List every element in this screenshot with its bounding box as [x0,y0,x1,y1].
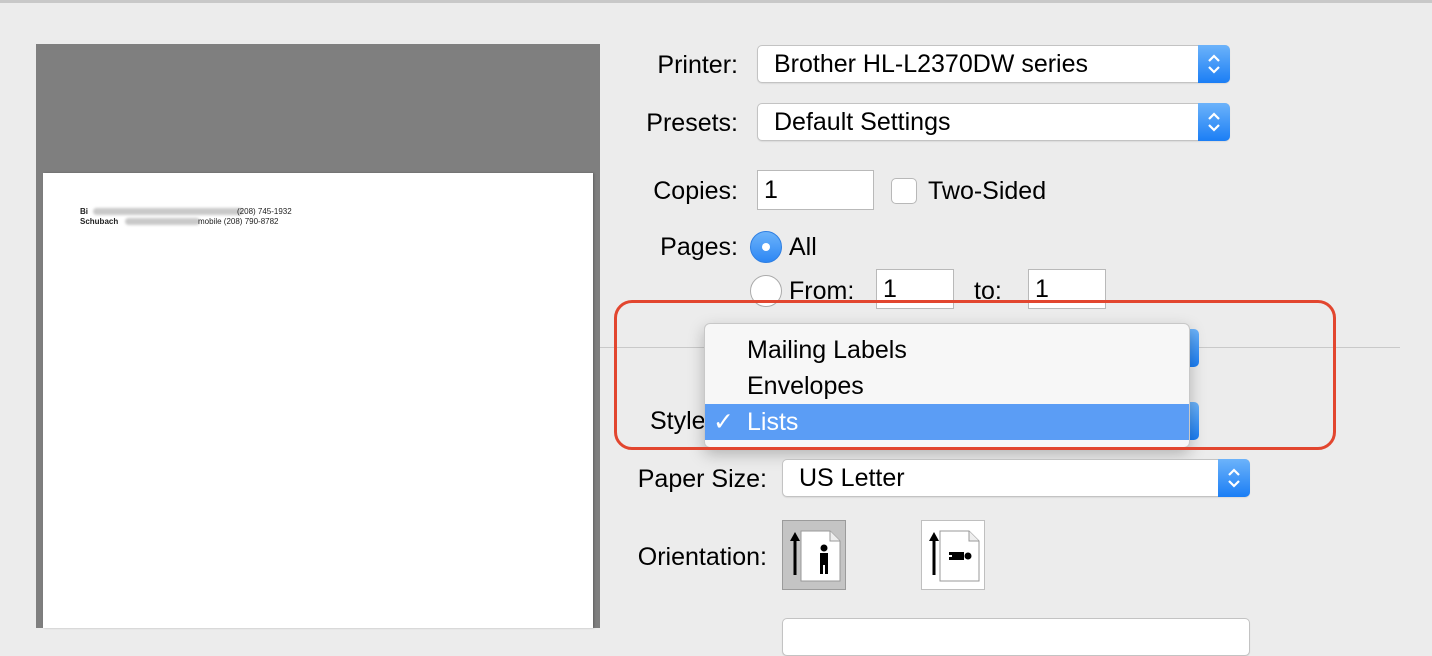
two-sided-label: Two-Sided [928,177,1047,205]
pages-all-label: All [789,233,817,261]
preview-phone-line1: (208) 745-1932 [237,207,292,216]
copies-label: Copies: [653,177,738,205]
orientation-label: Orientation: [637,543,767,571]
up-down-arrows-icon [1198,103,1230,141]
presets-value: Default Settings [774,108,951,136]
two-sided-checkbox[interactable] [891,178,917,204]
printer-label: Printer: [657,51,738,79]
portrait-icon [790,530,841,582]
next-row-popup[interactable] [782,618,1250,656]
copies-field[interactable]: 1 [757,170,874,210]
pages-all-radio[interactable] [750,231,782,263]
paper-size-popup[interactable]: US Letter [782,459,1250,497]
preview-name-line1: Bi [80,207,88,216]
landscape-icon [929,530,980,582]
presets-popup[interactable]: Default Settings [757,103,1230,141]
annotation-highlight [614,300,1336,450]
window-top-border [0,0,1432,3]
landscape-orientation-button[interactable] [921,520,985,590]
up-down-arrows-icon [1198,45,1230,83]
printer-popup[interactable]: Brother HL-L2370DW series [757,45,1230,83]
portrait-orientation-button[interactable] [782,520,846,590]
preview-redacted-text-2 [125,218,200,225]
paper-size-value: US Letter [799,464,905,492]
paper-size-label: Paper Size: [637,465,767,493]
presets-label: Presets: [646,109,738,137]
printer-value: Brother HL-L2370DW series [774,50,1089,78]
preview-phone-line2: mobile (208) 790-8782 [198,217,279,226]
preview-name-line2: Schubach [80,217,119,226]
up-down-arrows-icon [1218,459,1250,497]
preview-redacted-text [93,208,243,215]
pages-label: Pages: [660,233,738,261]
preview-page: Bi (208) 745-1932 Schubach mobile (208) … [43,173,593,628]
